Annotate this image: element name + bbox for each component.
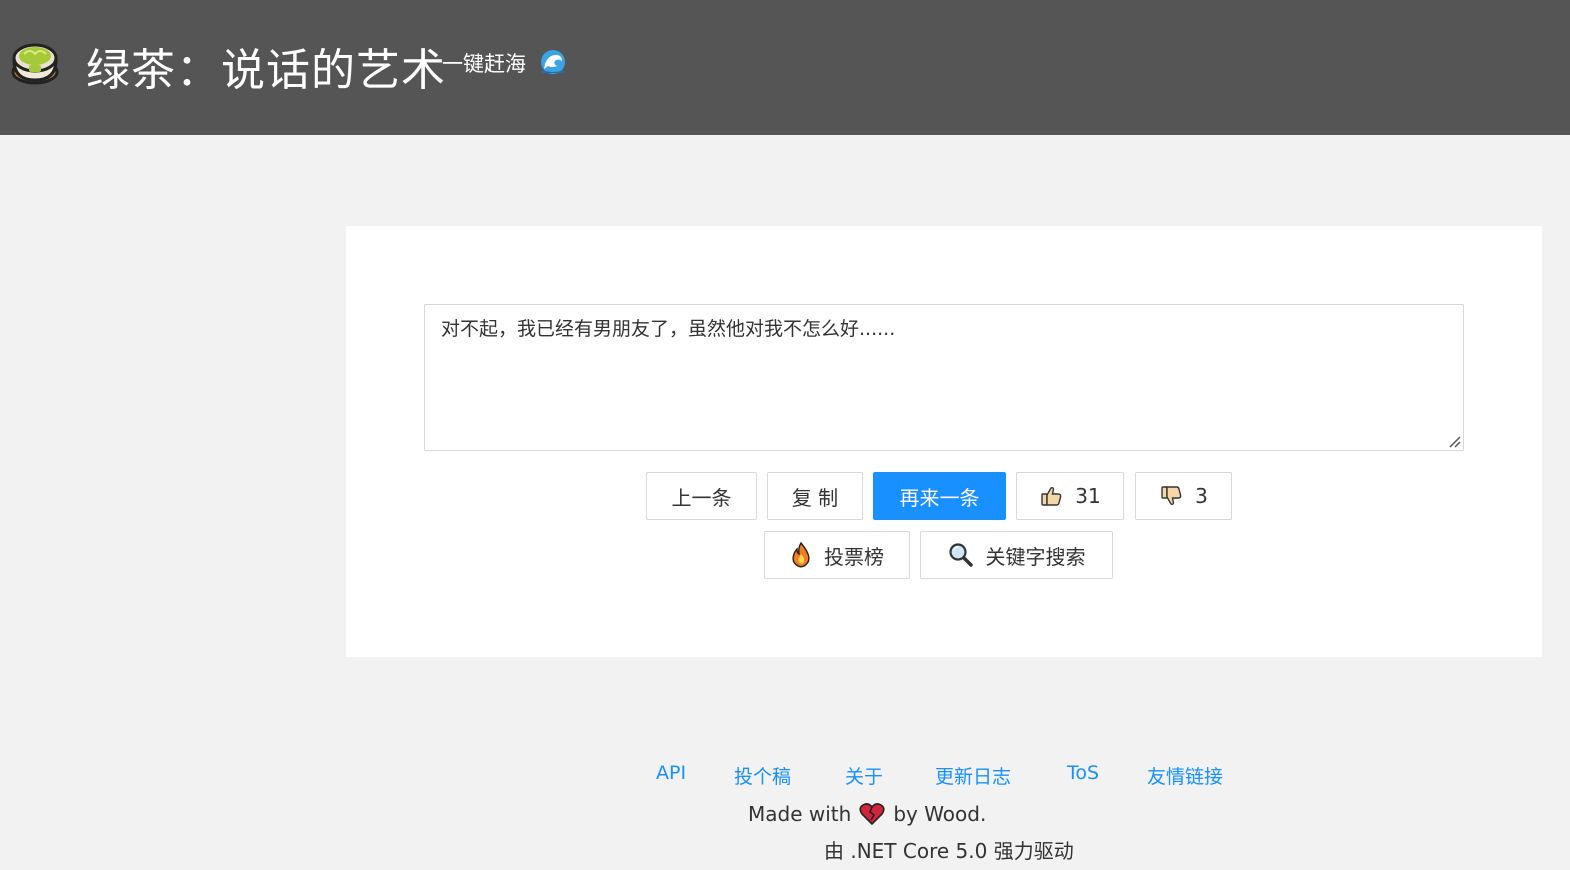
- search-button-label: 关键字搜索: [985, 544, 1086, 569]
- footer-link-about[interactable]: 关于: [845, 762, 883, 789]
- prev-button[interactable]: 上一条: [646, 472, 757, 520]
- broken-heart-icon: [859, 803, 885, 826]
- search-button[interactable]: 关键字搜索: [920, 531, 1113, 579]
- site-title: 绿茶：说话的艺术: [86, 45, 446, 96]
- quote-textarea[interactable]: 对不起，我已经有男朋友了，虽然他对我不怎么好......: [424, 304, 1464, 451]
- magnifier-icon: [948, 543, 973, 567]
- site-subtitle-link[interactable]: 一键赶海: [442, 48, 526, 78]
- copy-button-label: 复 制: [791, 485, 839, 510]
- like-button[interactable]: 31: [1016, 472, 1124, 520]
- footer-link-api[interactable]: API: [656, 762, 686, 784]
- rank-button-label: 投票榜: [824, 544, 884, 569]
- thumbs-up-icon: [1041, 486, 1062, 506]
- footer-link-friends[interactable]: 友情链接: [1147, 762, 1223, 789]
- made-with-suffix: by Wood.: [893, 802, 987, 826]
- thumbs-down-icon: [1161, 486, 1182, 506]
- prev-button-label: 上一条: [671, 485, 732, 510]
- footer-link-submit[interactable]: 投个稿: [734, 762, 791, 789]
- made-with-line: Made with by Wood.: [748, 802, 986, 826]
- footer-link-changelog[interactable]: 更新日志: [935, 762, 1011, 789]
- footer-link-tos[interactable]: ToS: [1067, 762, 1099, 784]
- rank-button[interactable]: 投票榜: [764, 531, 910, 579]
- dislike-count: 3: [1195, 484, 1208, 508]
- next-button-label: 再来一条: [899, 485, 980, 510]
- footer-links: API 投个稿 关于 更新日志 ToS 友情链接: [0, 762, 1570, 792]
- copy-button[interactable]: 复 制: [767, 472, 863, 520]
- fire-icon: [792, 542, 810, 568]
- resize-grip-icon[interactable]: [1447, 434, 1461, 448]
- green-tea-bowl-icon: [11, 43, 59, 85]
- quote-card: 对不起，我已经有男朋友了，虽然他对我不怎么好......: [346, 226, 1542, 657]
- like-count: 31: [1075, 484, 1101, 508]
- powered-by: 由 .NET Core 5.0 强力驱动: [824, 839, 1074, 863]
- site-header: 绿茶：说话的艺术 一键赶海: [0, 0, 1570, 135]
- next-button[interactable]: 再来一条: [873, 472, 1006, 520]
- wave-icon[interactable]: [540, 49, 566, 75]
- made-with-prefix: Made with: [748, 802, 852, 826]
- dislike-button[interactable]: 3: [1135, 472, 1232, 520]
- quote-text: 对不起，我已经有男朋友了，虽然他对我不怎么好......: [441, 318, 896, 340]
